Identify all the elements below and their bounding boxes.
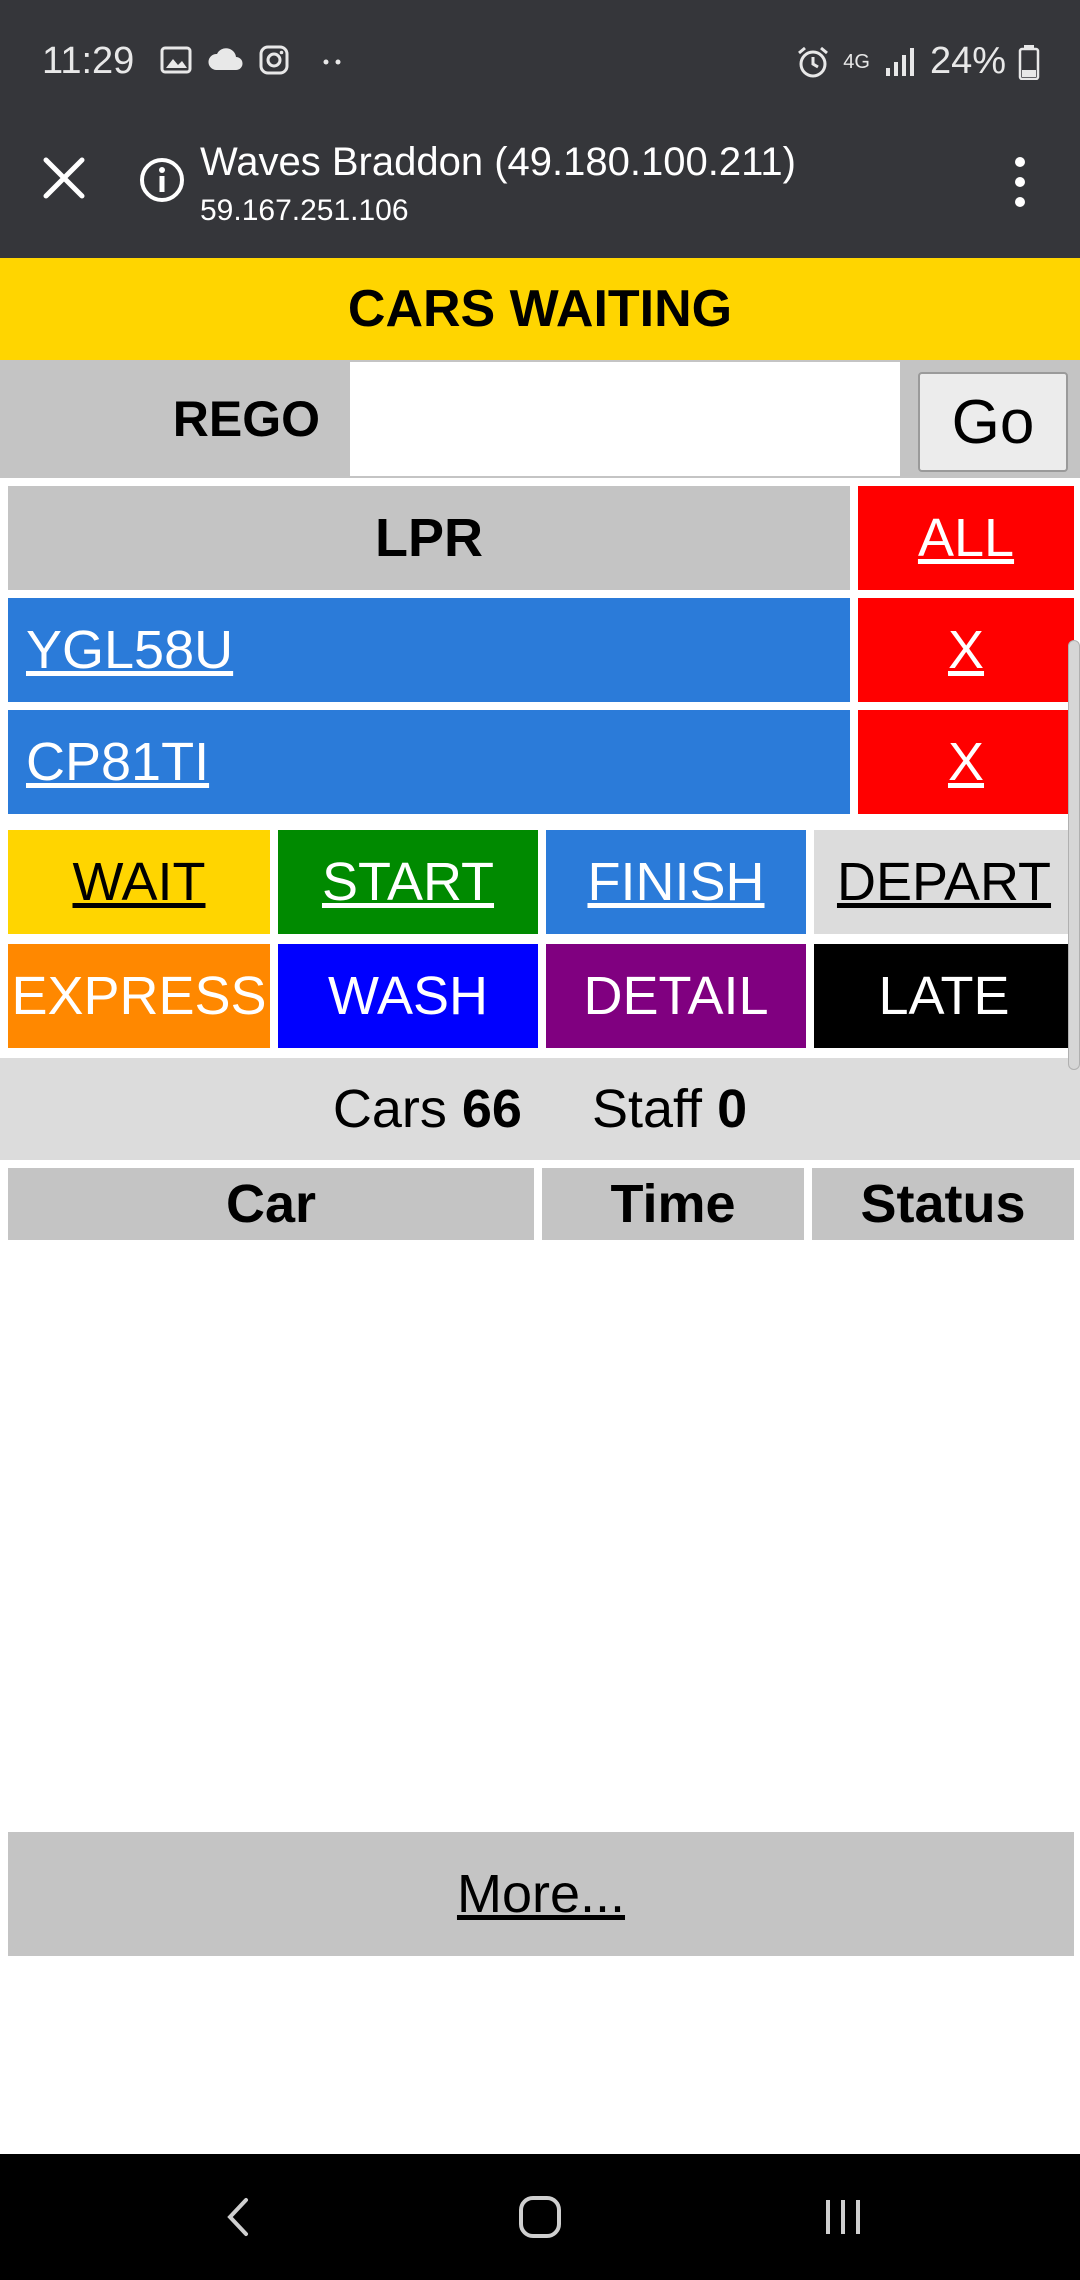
summary-bar: Cars 66 Staff 0 (0, 1058, 1080, 1160)
rego-label: REGO (172, 391, 320, 447)
back-icon[interactable] (214, 2192, 264, 2242)
browser-toolbar: Waves Braddon (49.180.100.211) 59.167.25… (0, 130, 1080, 258)
signal-icon (885, 47, 914, 76)
instagram-icon (259, 45, 289, 75)
battery-percent: 24% (929, 40, 1006, 82)
rego-input[interactable] (350, 362, 900, 476)
page-title: Waves Braddon (49.180.100.211) (200, 140, 796, 184)
clear-all-button[interactable]: ALL (858, 486, 1074, 590)
start-button[interactable]: START (278, 830, 538, 934)
plate-link-1[interactable]: YGL58U (8, 598, 850, 702)
go-button[interactable]: Go (918, 372, 1068, 472)
system-nav-bar (0, 2154, 1080, 2280)
close-icon[interactable] (36, 150, 92, 206)
scrollbar[interactable] (1068, 640, 1080, 1070)
more-button[interactable]: More... (8, 1832, 1074, 1956)
network-type: 4G (843, 50, 870, 73)
status-time: 11:29 (42, 40, 135, 82)
cloud-icon (208, 48, 243, 70)
home-icon[interactable] (515, 2192, 565, 2242)
alarm-icon (798, 46, 829, 77)
status-right: 4G 24% (795, 40, 1040, 83)
column-header-car: Car (8, 1168, 534, 1240)
status-bar: 11:29 4G 24% (0, 0, 1080, 130)
more-options-icon[interactable] (1000, 150, 1040, 214)
cars-label: Cars (332, 1079, 447, 1139)
wash-button[interactable]: WASH (278, 944, 538, 1048)
staff-count: 0 (717, 1079, 748, 1139)
column-header-status: Status (812, 1168, 1074, 1240)
lpr-header: LPR (8, 486, 850, 590)
info-icon[interactable] (138, 156, 186, 204)
recent-apps-icon[interactable] (818, 2192, 868, 2242)
wait-button[interactable]: WAIT (8, 830, 270, 934)
cars-count: 66 (461, 1079, 522, 1139)
remove-plate-1-button[interactable]: X (858, 598, 1074, 702)
section-title: CARS WAITING (0, 258, 1080, 360)
late-button[interactable]: LATE (814, 944, 1074, 1048)
battery-icon (1018, 44, 1040, 80)
column-header-time: Time (542, 1168, 804, 1240)
gallery-icon (160, 46, 192, 74)
express-button[interactable]: EXPRESS (8, 944, 270, 1048)
more-notifications-icon (323, 59, 341, 65)
page-url[interactable]: 59.167.251.106 (200, 194, 409, 228)
finish-button[interactable]: FINISH (546, 830, 806, 934)
depart-button[interactable]: DEPART (814, 830, 1074, 934)
plate-link-2[interactable]: CP81TI (8, 710, 850, 814)
rego-search-row: REGO Go (0, 360, 1080, 478)
remove-plate-2-button[interactable]: X (858, 710, 1074, 814)
staff-label: Staff (591, 1079, 703, 1139)
detail-button[interactable]: DETAIL (546, 944, 806, 1048)
